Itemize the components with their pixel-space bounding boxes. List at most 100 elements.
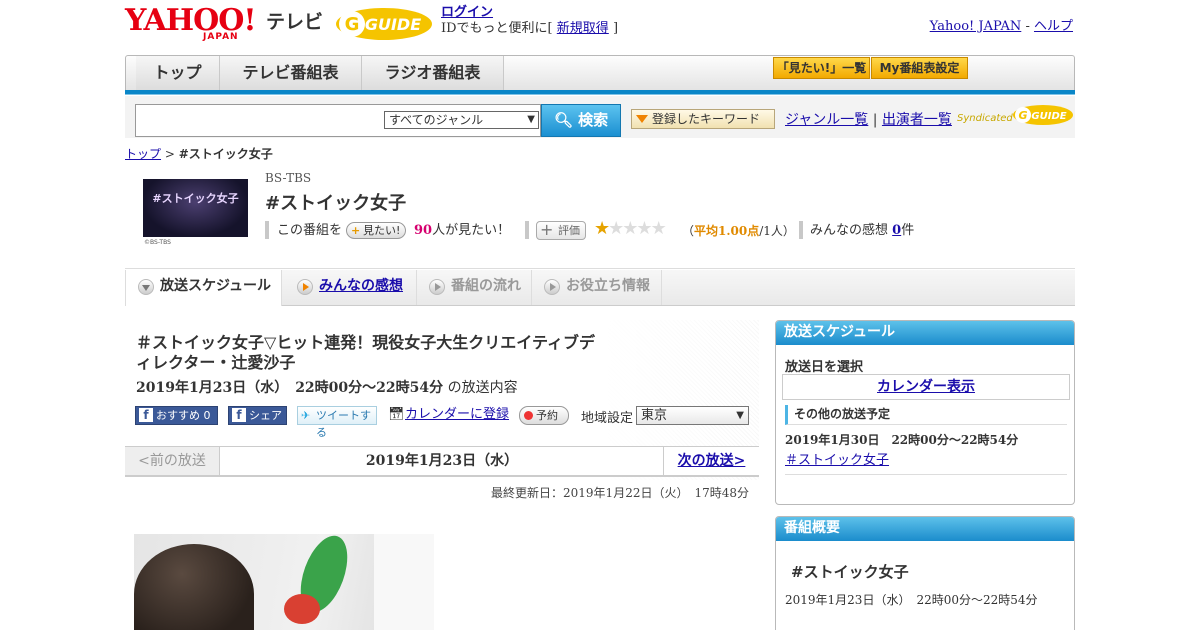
tab-arrow-icon [138, 279, 154, 295]
rating-text-pre: （ [682, 224, 695, 238]
next-broadcast-link[interactable]: 次の放送> [663, 447, 759, 475]
record-dot-icon [524, 411, 533, 420]
tab-reviews[interactable]: みんなの感想 [285, 270, 417, 305]
yahoo-logo-text: YAHOO! [125, 3, 257, 38]
facebook-icon: f [232, 408, 246, 422]
mitai-post-text: 人が見たい！ [432, 223, 511, 238]
rate-button[interactable]: + 評価 [536, 221, 586, 240]
my-bangumi-button[interactable]: My番組表設定 [871, 57, 968, 79]
search-button[interactable]: 🔍︎ 検索 [541, 104, 621, 137]
kanso-label: みんなの感想 [810, 223, 889, 238]
reserve-button[interactable]: 予約 [519, 406, 569, 425]
calendar-register-link: カレンダーに登録 [405, 407, 510, 422]
facebook-share-label: シェア [249, 409, 282, 422]
select-date-label: 放送日を選択 [785, 360, 864, 375]
episode-photo [134, 534, 434, 630]
syndicated-text: Syndicated [957, 113, 1013, 124]
tweet-button[interactable]: ✈︎ ツイートする [297, 406, 377, 439]
svg-text:GUIDE: GUIDE [1031, 111, 1066, 122]
yahoo-japan-logo[interactable]: YAHOO! JAPAN [125, 3, 265, 43]
keyword-button[interactable]: 登録したキーワード [631, 109, 775, 129]
search-icon: 🔍︎ [553, 111, 573, 129]
login-link[interactable]: ログイン [441, 5, 493, 20]
mitai-button-label: 見たい! [363, 224, 401, 237]
broadcast-pager: <前の放送 2019年1月23日（水） 次の放送> [125, 446, 759, 477]
chevron-down-icon: ▼ [736, 410, 744, 421]
calendar-view-button[interactable]: カレンダー表示 [782, 374, 1070, 400]
overview-date: 2019年1月23日（水） 22時00分～22時54分 [785, 593, 1038, 607]
kanso-unit: 件 [901, 223, 915, 238]
region-select-value: 東京 [641, 408, 668, 423]
episode-date: 2019年1月23日（水） 22時00分～22時54分 [136, 380, 444, 396]
help-link[interactable]: ヘルプ [1034, 19, 1073, 34]
mitai-list-button[interactable]: 「見たい!」一覧 [773, 57, 870, 79]
rating-average: 平均1.00点 [694, 224, 760, 238]
divider [525, 221, 529, 239]
star-icon: ★ [594, 218, 610, 239]
last-updated: 最終更新日：2019年1月22日（火） 17時48分 [491, 486, 749, 500]
episode-title: ＃ストイック女子▽ヒット連発！現役女子大生クリエイティブディレクター・辻愛沙子 [136, 333, 596, 372]
performer-list-link[interactable]: 出演者一覧 [882, 112, 952, 128]
star-icon: ★ [636, 218, 652, 239]
thumbnail-caption: ©BS-TBS [144, 239, 171, 246]
plus-icon: + [540, 220, 554, 239]
g-guide-logo[interactable]: G GUIDE [335, 6, 433, 42]
rate-button-label: 評価 [558, 224, 580, 237]
help-separator: - [1025, 19, 1030, 34]
keyword-button-label: 登録したキーワード [652, 112, 761, 126]
nav-tab-top[interactable]: トップ [136, 56, 220, 91]
tab-schedule[interactable]: 放送スケジュール [125, 270, 282, 306]
tab-info[interactable]: お役立ち情報 [532, 270, 662, 305]
other-broadcast-link[interactable]: ＃ストイック女子 [785, 449, 889, 468]
signup-link[interactable]: 新規取得 [557, 21, 609, 36]
genre-select-value: すべてのジャンル [389, 113, 484, 127]
star-icon: ★ [650, 218, 667, 239]
divider [799, 221, 803, 239]
calendar-icon: 📅︎ [388, 407, 405, 422]
top-links: Yahoo! JAPAN - ヘルプ [930, 15, 1073, 34]
genre-list-link[interactable]: ジャンル一覧 [785, 112, 868, 128]
kanso-count-link[interactable]: 0 [892, 223, 901, 238]
program-tabs: 放送スケジュール みんなの感想 番組の流れ お役立ち情報 [125, 270, 1075, 306]
facebook-recommend-button[interactable]: f おすすめ 0 [135, 406, 218, 425]
mitai-count: 90 [414, 223, 433, 238]
mitai-button[interactable]: + 見たい! [346, 222, 407, 239]
prev-broadcast-button[interactable]: <前の放送 [125, 447, 220, 475]
program-title: #ストイック女子 [265, 193, 407, 214]
divider [265, 221, 269, 239]
svg-text:G: G [345, 14, 360, 35]
program-thumbnail: #ストイック女子 [143, 179, 248, 237]
divider [785, 474, 1067, 475]
schedule-panel-header: 放送スケジュール [776, 321, 1074, 345]
tab-schedule-label: 放送スケジュール [160, 278, 272, 294]
nav-tab-tv-guide[interactable]: テレビ番組表 [220, 56, 362, 91]
breadcrumb-top-link[interactable]: トップ [125, 147, 161, 161]
search-button-label: 検索 [578, 111, 609, 129]
other-broadcasts-label: その他の放送予定 [785, 405, 1067, 425]
calendar-register[interactable]: 📅︎ カレンダーに登録 [388, 406, 509, 425]
region-select[interactable]: 東京 ▼ [636, 406, 749, 425]
yahoo-japan-link[interactable]: Yahoo! JAPAN [930, 19, 1022, 34]
program-meta: この番組を + 見たい! 90人が見たい！ + 評価 ★★★★★ （平均1.00… [265, 218, 965, 241]
g-guide-small-icon: G GUIDE [1013, 105, 1073, 125]
nav-tab-radio-guide[interactable]: ラジオ番組表 [362, 56, 504, 91]
link-separator: | [872, 112, 878, 128]
facebook-icon: f [139, 408, 153, 422]
svg-text:G: G [1018, 109, 1027, 122]
tv-label[interactable]: テレビ [266, 7, 323, 34]
genre-select[interactable]: すべてのジャンル ▼ [384, 111, 539, 129]
region-label: 地域設定 [581, 411, 634, 426]
other-broadcast-date: 2019年1月30日 22時00分～22時54分 [785, 433, 1019, 447]
facebook-share-button[interactable]: f シェア [228, 406, 287, 425]
twitter-bird-icon: ✈︎ [301, 409, 311, 422]
overview-panel: 番組概要 #ストイック女子 2019年1月23日（水） 22時00分～22時54… [775, 516, 1075, 630]
rating-text: （平均1.00点/1人） [682, 221, 795, 241]
login-text-post: ] [612, 21, 619, 36]
breadcrumb-current: #ストイック女子 [178, 147, 273, 161]
mitai-count-area: 90人が見たい！ [414, 221, 510, 241]
star-icon: ★ [608, 218, 624, 239]
nav-accent-bar [125, 90, 1075, 95]
tab-flow[interactable]: 番組の流れ [417, 270, 532, 305]
overview-panel-header: 番組概要 [776, 517, 1074, 541]
breadcrumb-separator: > [164, 147, 175, 161]
